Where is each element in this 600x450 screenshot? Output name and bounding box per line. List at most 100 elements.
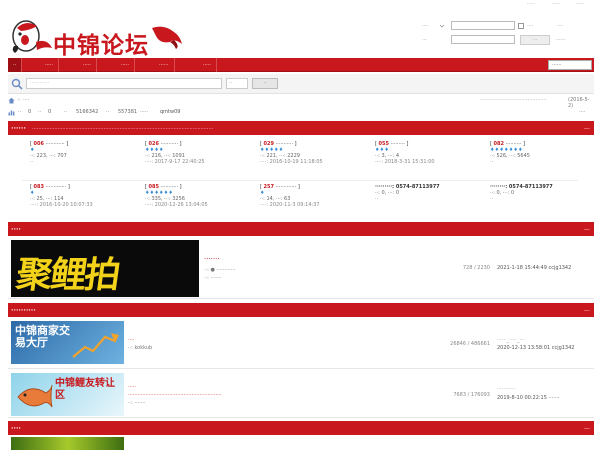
- forum-last-post[interactable]: 2021-1-18 15:44:49 ccjg1342: [497, 265, 571, 271]
- category-announcement: ········································…: [32, 126, 214, 132]
- subforum-cell[interactable]: [ 082 ·········· ] ♦♦♦♦♦♦♦ ··: 526, ···:…: [490, 141, 600, 165]
- trend-arrow-icon: [72, 333, 119, 358]
- subforum-cell[interactable]: [ 085 ··········· ] ♦♦♦♦♦♦ ··: 335, ···:…: [145, 184, 255, 208]
- category-header-2[interactable]: ···· —: [8, 222, 594, 236]
- header: 中锦论坛: [0, 10, 600, 60]
- banner-text: 中锦鲤友转让区: [55, 378, 115, 401]
- forgot-password-link[interactable]: ····: [557, 23, 563, 29]
- breadcrumb-current[interactable]: ····: [23, 97, 29, 103]
- subforum-cell[interactable]: [ 055 ········· ] ♦♦♦ ··: 3, ···: 4 ····…: [375, 141, 485, 165]
- search-icon[interactable]: [11, 78, 23, 90]
- chevron-down-icon[interactable]: [439, 23, 445, 29]
- nav-item-3[interactable]: ·····: [78, 58, 97, 72]
- forum-topic-count: 728 / 2230: [462, 265, 490, 271]
- breadcrumb-separator: ›: [18, 97, 20, 103]
- subforum-cell[interactable]: [ 026 ··········· ] ♦♦♦♦ ··: 216, ···: 1…: [145, 141, 255, 165]
- site-notice-text: ········································…: [480, 97, 547, 103]
- login-button[interactable]: ···: [520, 35, 550, 45]
- nav-item-2[interactable]: ·····: [40, 58, 59, 72]
- password-label: ···: [422, 37, 427, 43]
- nav-item-4[interactable]: ·····: [116, 58, 135, 72]
- collapse-icon[interactable]: —: [584, 421, 591, 435]
- username-label: ····: [422, 23, 429, 29]
- banner-text: 聚鲤拍: [13, 254, 122, 296]
- nav-item-6[interactable]: ·····: [198, 58, 217, 72]
- stat-value-posts: 5166342: [76, 109, 99, 115]
- banner-text: 中锦商家交易大厅: [15, 324, 70, 349]
- subforum-cell[interactable]: [ 029 ··········· ] ♦♦♦♦♦ ··: 221, ···: …: [260, 141, 370, 165]
- stat-label-newest: ·····: [140, 109, 148, 115]
- main-nav: ·· ····· ····· ····· ······ ····· ······: [8, 58, 594, 72]
- grid-divider: [22, 180, 578, 181]
- forum-banner-transfer[interactable]: 中锦鲤友转让区: [11, 373, 124, 416]
- nav-item-home[interactable]: ··: [8, 58, 23, 72]
- stats-chart-icon: [8, 110, 15, 116]
- search-scope-select[interactable]: ··: [226, 78, 248, 89]
- forum-stats: ·· 0 ·· 0 ·· 5166342 ·· 557381 ····· qmt…: [8, 108, 594, 118]
- forum-last-title[interactable]: ············: [497, 386, 516, 392]
- search-bar: ············ ·· ··: [8, 74, 594, 94]
- fish-icon: [17, 384, 53, 408]
- forum-banner-auction[interactable]: 聚鲤拍: [11, 240, 199, 297]
- forum-moderators: ··: ● ············: [204, 267, 236, 273]
- search-input[interactable]: ············: [26, 78, 222, 89]
- forum-banner-trade[interactable]: 中锦商家交易大厅: [11, 321, 124, 364]
- subforum-cell[interactable]: [ 257 ············· ] ♦ ··: 14, ···: 63 …: [260, 184, 370, 208]
- forum-moderators: ··: ·······: [128, 400, 146, 406]
- forum-title[interactable]: ·····: [128, 384, 136, 390]
- home-icon[interactable]: [8, 97, 15, 104]
- forum-moderators: ··: kokkub: [128, 345, 153, 351]
- forum-row-trade: 中锦商家交易大厅 ···· ··: kokkub 26846 / 486661 …: [8, 317, 594, 369]
- forum-last-post[interactable]: 2019-8-10 00:22:15 ·······: [497, 395, 560, 401]
- stat-label-today: ··: [18, 109, 22, 115]
- collapse-icon[interactable]: —: [584, 222, 591, 236]
- stat-label-yesterday: ··: [38, 109, 42, 115]
- subforum-cell[interactable]: ········: 0574-87113977 ··: 0, ···: 0 ··: [490, 184, 594, 202]
- username-input[interactable]: [451, 21, 515, 30]
- register-link[interactable]: ······: [556, 37, 566, 43]
- remember-checkbox[interactable]: [518, 23, 524, 29]
- stat-value-yesterday: 0: [48, 109, 52, 115]
- forum-topic-count: 7683 / 176093: [453, 392, 490, 398]
- stat-label-members: ··: [106, 109, 110, 115]
- search-button[interactable]: ··: [252, 78, 278, 89]
- stat-value-today: 0: [28, 109, 32, 115]
- forum-last-post[interactable]: 2020-12-13 13:58:01 ccjg1342: [497, 345, 574, 351]
- category-title-4: ····: [11, 424, 21, 432]
- forum-row-auction: 聚鲤拍 ······· ··: ● ············ ··: ·····…: [8, 236, 594, 299]
- logo-text[interactable]: 中锦论坛: [53, 26, 149, 60]
- subforum-cell[interactable]: ·········: 0574-87113977 ··: 0, ···: 0 ·…: [375, 184, 490, 202]
- style-select[interactable]: ······: [548, 60, 592, 70]
- nav-item-5[interactable]: ······: [154, 58, 175, 72]
- subforum-cell[interactable]: [ 006 ············ ] ♦ ··: 223, ···: 707…: [30, 141, 140, 165]
- top-link-1[interactable]: ·····: [527, 1, 535, 7]
- top-link-3[interactable]: ·····: [576, 1, 584, 7]
- stats-right-link[interactable]: ····: [579, 109, 585, 115]
- collapse-icon[interactable]: —: [584, 121, 591, 135]
- subforum-cell[interactable]: [ 083 ············· ] ♦ ··: 25, ···: 114…: [30, 184, 140, 208]
- forum-banner-partial[interactable]: [11, 437, 124, 450]
- category-title-3: ··········: [11, 306, 36, 314]
- collapse-icon[interactable]: —: [584, 303, 591, 317]
- top-link-2[interactable]: ·····: [552, 1, 560, 7]
- breadcrumb: › ···· ·································…: [8, 96, 594, 109]
- category-title-1: ······: [11, 124, 26, 132]
- forum-last-title[interactable]: ······_·····_···: [497, 337, 524, 343]
- newest-member-link[interactable]: qmtw09: [160, 109, 180, 115]
- koi-logo-icon[interactable]: [9, 16, 54, 54]
- password-input[interactable]: [451, 35, 515, 44]
- category-header-1[interactable]: ······ ·································…: [8, 121, 594, 135]
- top-bar: ····· ····· ·····: [0, 0, 600, 9]
- forum-title[interactable]: ·······: [204, 255, 220, 263]
- category-title-2: ····: [11, 225, 21, 233]
- category-header-4[interactable]: ···· —: [8, 421, 594, 435]
- remember-label: ····: [527, 23, 534, 29]
- forum-description: ········································…: [128, 392, 222, 398]
- stat-label-posts: ··: [64, 109, 68, 115]
- forum-description: ··: ·······: [204, 275, 222, 281]
- forum-title[interactable]: ····: [128, 337, 134, 343]
- stat-value-members: 557381: [118, 109, 138, 115]
- category-header-3[interactable]: ·········· —: [8, 303, 594, 317]
- forum-topic-count: 26846 / 486661: [450, 341, 490, 347]
- koi-fish-icon: [152, 26, 182, 49]
